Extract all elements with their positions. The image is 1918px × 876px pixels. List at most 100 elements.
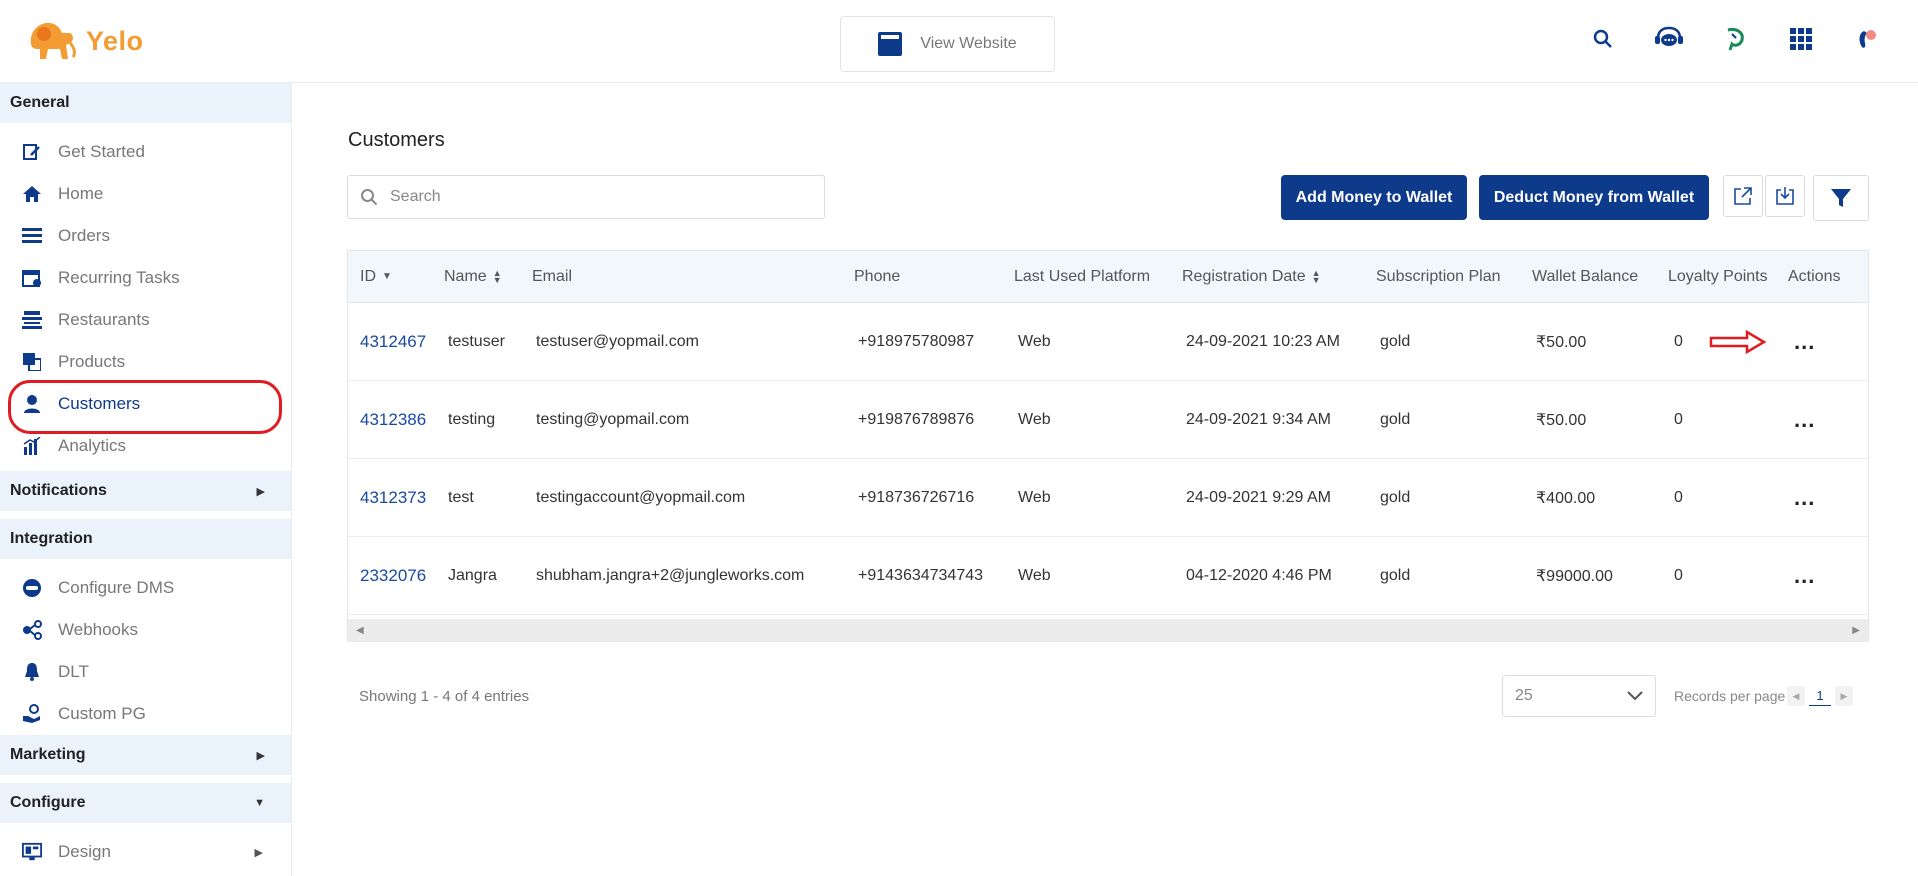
- section-general[interactable]: General: [0, 83, 291, 123]
- customer-plan: gold: [1380, 488, 1411, 506]
- customer-platform: Web: [1018, 488, 1051, 506]
- profile-icon[interactable]: [1850, 22, 1884, 56]
- sidebar-item-get-started[interactable]: Get Started: [0, 131, 291, 173]
- sidebar-item-label: Webhooks: [58, 620, 139, 639]
- section-marketing-label: Marketing: [10, 746, 86, 763]
- customer-platform: Web: [1018, 332, 1051, 350]
- sidebar-item-webhooks[interactable]: Webhooks: [0, 609, 291, 651]
- customer-phone: +918975780987: [858, 332, 975, 350]
- customer-email: testingaccount@yopmail.com: [536, 488, 746, 506]
- section-marketing[interactable]: Marketing ▶: [0, 735, 291, 775]
- col-id[interactable]: ID ▼: [348, 268, 444, 286]
- more-actions-icon[interactable]: ...: [1794, 485, 1815, 510]
- more-actions-icon[interactable]: ...: [1794, 329, 1815, 354]
- sidebar-item-customers[interactable]: Customers: [0, 380, 291, 434]
- view-website-button[interactable]: View Website: [840, 16, 1055, 72]
- sidebar-item-custom-pg[interactable]: Custom PG: [0, 693, 291, 735]
- search-icon: [361, 189, 378, 206]
- customer-id-link[interactable]: 4312386: [348, 410, 444, 430]
- scroll-left-icon[interactable]: ◀: [356, 625, 364, 636]
- section-integration-label: Integration: [10, 530, 93, 547]
- customer-phone: +919876789876: [858, 410, 975, 428]
- view-website-label: View Website: [920, 35, 1017, 52]
- table-row: 2332076 Jangra shubham.jangra+2@junglewo…: [348, 537, 1868, 615]
- prev-page-icon[interactable]: ◀: [1787, 686, 1805, 706]
- customer-loyalty-points: 0: [1674, 410, 1683, 428]
- scroll-right-icon[interactable]: ▶: [1852, 625, 1860, 636]
- customer-id-link[interactable]: 4312467: [348, 332, 444, 352]
- add-money-to-wallet-button[interactable]: Add Money to Wallet: [1281, 175, 1467, 220]
- lion-logo-icon: [30, 22, 76, 59]
- sidebar-item-label: Restaurants: [58, 310, 150, 329]
- customer-plan: gold: [1380, 332, 1411, 350]
- export-button[interactable]: [1723, 175, 1763, 217]
- sort-desc-icon: ▼: [382, 271, 392, 282]
- yelo-logo[interactable]: Yelo: [26, 16, 156, 66]
- apps-grid-icon[interactable]: [1784, 22, 1818, 56]
- col-registration-date[interactable]: Registration Date ▲ ▼: [1182, 268, 1376, 286]
- sidebar-item-recurring-tasks[interactable]: Recurring Tasks: [0, 257, 291, 299]
- customer-phone: +918736726716: [858, 488, 975, 506]
- customer-email: testing@yopmail.com: [536, 410, 690, 428]
- records-per-page-select[interactable]: 25: [1502, 675, 1656, 717]
- customer-registration-date: 24-09-2021 10:23 AM: [1186, 332, 1340, 350]
- top-bar: Yelo View Website: [0, 0, 1918, 83]
- download-button[interactable]: [1765, 175, 1805, 217]
- sidebar-item-design[interactable]: Design ▶: [0, 831, 291, 873]
- support-chat-icon[interactable]: [1652, 22, 1686, 56]
- sidebar-item-configure-dms[interactable]: Configure DMS: [0, 567, 291, 609]
- per-page-value: 25: [1515, 687, 1533, 704]
- sidebar-item-label: DLT: [58, 662, 89, 681]
- brand-name: Yelo: [86, 25, 144, 56]
- customer-registration-date: 04-12-2020 4:46 PM: [1186, 566, 1332, 584]
- bell-icon: [22, 662, 42, 682]
- customer-plan: gold: [1380, 410, 1411, 428]
- edit-icon: [22, 142, 42, 162]
- next-page-icon[interactable]: ▶: [1835, 686, 1853, 706]
- more-actions-icon[interactable]: ...: [1794, 563, 1815, 588]
- section-configure[interactable]: Configure ▼: [0, 783, 291, 823]
- search-input[interactable]: [390, 188, 810, 206]
- webhooks-icon: [22, 620, 42, 640]
- customer-id-link[interactable]: 2332076: [348, 566, 444, 586]
- header-icons: [1586, 22, 1884, 56]
- store-icon: [22, 310, 42, 330]
- sort-icon: ▲ ▼: [492, 267, 502, 285]
- customer-loyalty-points: 0: [1674, 566, 1683, 584]
- customer-registration-date: 24-09-2021 9:29 AM: [1186, 488, 1331, 506]
- customer-name: test: [448, 488, 474, 506]
- col-name[interactable]: Name ▲ ▼: [444, 268, 532, 286]
- customer-name: Jangra: [448, 566, 497, 584]
- col-loyalty-points: Loyalty Points: [1668, 267, 1768, 285]
- page-number[interactable]: 1: [1809, 686, 1831, 706]
- customer-id-link[interactable]: 4312373: [348, 488, 444, 508]
- customer-phone: +9143634734743: [858, 566, 984, 584]
- customer-loyalty-points: 0: [1674, 332, 1683, 350]
- sidebar-item-analytics[interactable]: Analytics: [0, 425, 291, 467]
- payment-icon: [22, 704, 42, 724]
- sidebar-item-label: Recurring Tasks: [58, 268, 180, 287]
- table-header: ID ▼ Name ▲ ▼ Email Phone Last Used Platfor…: [348, 251, 1868, 303]
- leaf-icon[interactable]: [1718, 22, 1752, 56]
- sidebar-item-label: Analytics: [58, 436, 127, 455]
- analytics-icon: [22, 436, 42, 456]
- col-wallet-balance: Wallet Balance: [1532, 267, 1639, 285]
- more-actions-icon[interactable]: ...: [1794, 407, 1815, 432]
- section-notifications[interactable]: Notifications ▶: [0, 471, 291, 511]
- search-box[interactable]: [347, 175, 825, 219]
- search-icon[interactable]: [1586, 22, 1620, 56]
- sidebar-item-restaurants[interactable]: Restaurants: [0, 299, 291, 341]
- customer-name: testing: [448, 410, 496, 428]
- deduct-money-from-wallet-button[interactable]: Deduct Money from Wallet: [1479, 175, 1709, 220]
- sidebar-item-home[interactable]: Home: [0, 173, 291, 215]
- sidebar-item-label: Get Started: [58, 142, 145, 161]
- sidebar-item-label: Configure DMS: [58, 578, 175, 597]
- section-integration[interactable]: Integration: [0, 519, 291, 559]
- sidebar-item-orders[interactable]: Orders: [0, 215, 291, 257]
- filter-button[interactable]: [1813, 175, 1869, 221]
- customers-table: ID ▼ Name ▲ ▼ Email Phone Last Used Platfor…: [347, 250, 1869, 642]
- sidebar-item-products[interactable]: Products: [0, 341, 291, 383]
- horizontal-scrollbar[interactable]: ◀ ▶: [348, 619, 1868, 641]
- sidebar-item-dlt[interactable]: DLT: [0, 651, 291, 693]
- section-notifications-label: Notifications: [10, 482, 107, 499]
